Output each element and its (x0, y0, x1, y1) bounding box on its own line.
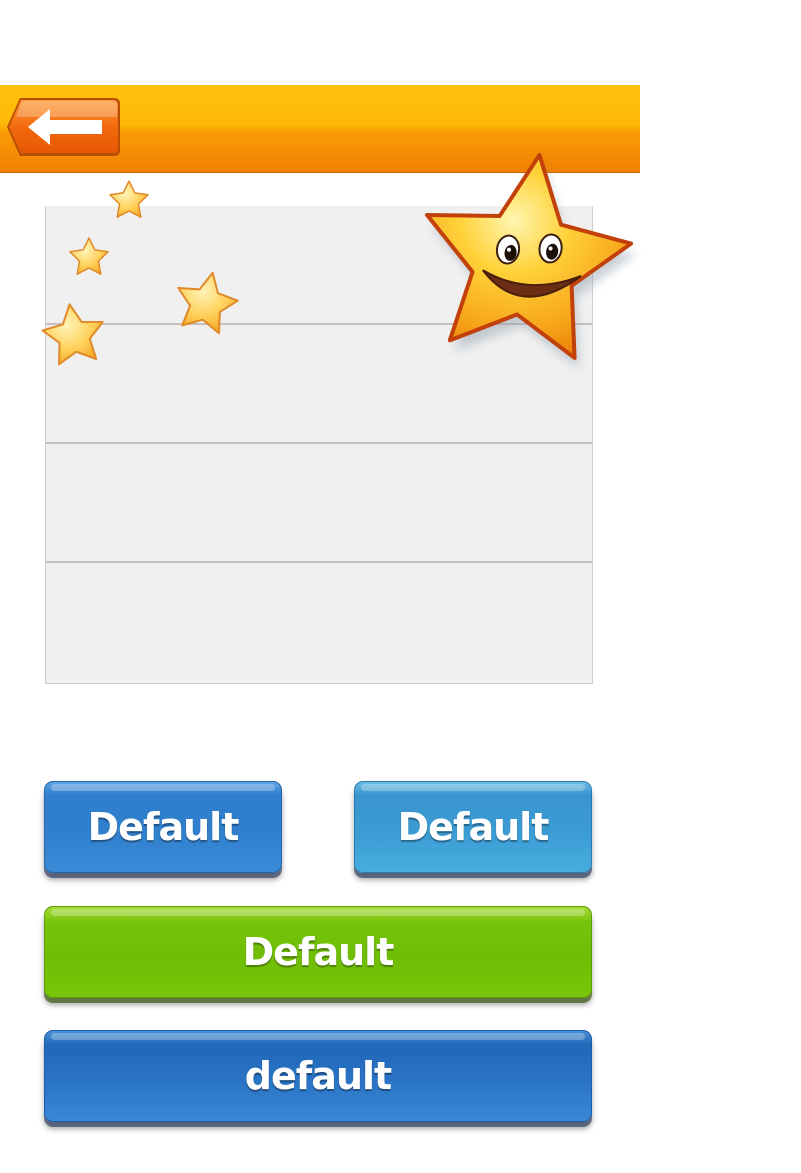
back-button[interactable] (6, 95, 122, 159)
button-label: Default (87, 805, 240, 849)
button-label: default (244, 1054, 392, 1098)
default-button-wide[interactable]: default (44, 1030, 592, 1122)
default-button-green[interactable]: Default (44, 906, 592, 998)
button-label: Default (397, 805, 550, 849)
default-button-right[interactable]: Default (354, 781, 592, 873)
page: Default Default Default default (0, 0, 801, 1173)
smiling-star-icon (425, 153, 636, 369)
list-item[interactable] (46, 444, 592, 563)
button-label: Default (242, 930, 395, 974)
star-icon (109, 180, 149, 218)
list-item[interactable] (46, 564, 592, 683)
left-arrow-icon (7, 98, 120, 156)
star-icon (177, 271, 239, 335)
star-icon (69, 237, 109, 275)
star-icon (41, 303, 104, 366)
default-button-left[interactable]: Default (44, 781, 282, 873)
